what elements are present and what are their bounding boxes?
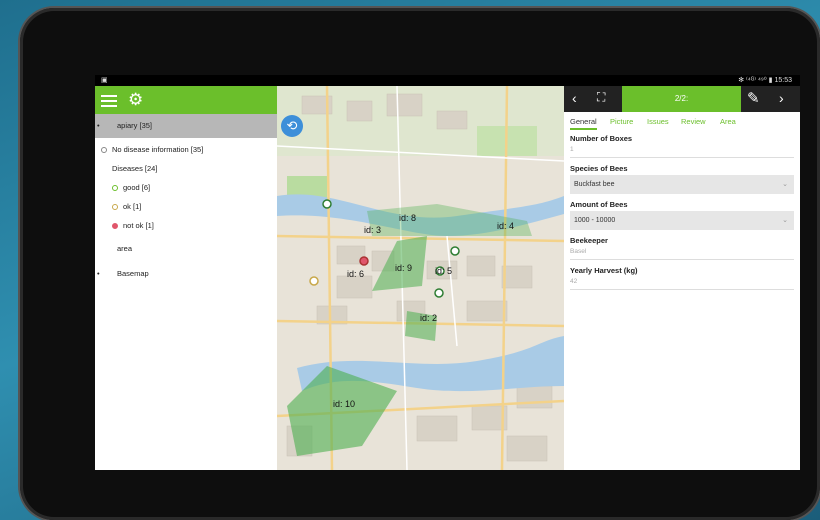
field-beekeeper: Beekeeper Basel (564, 236, 800, 260)
map-label: id: 6 (347, 269, 365, 279)
tab-area[interactable]: Area (720, 117, 736, 126)
layer-basemap[interactable]: • Basemap (95, 264, 277, 283)
screen: ▣ ✻ ⁽⁴ᴳ⁾ ⁴⁹⁰ ▮ 15:53 ⚙ • apiary [35] No … (95, 75, 800, 470)
layer-apiary[interactable]: • apiary [35] (95, 114, 277, 138)
field-species: Species of Bees Buckfast bee ⌄ (564, 164, 800, 194)
layer-apiary-label: apiary [35] (117, 121, 153, 130)
layer-ok[interactable]: ok [1] (95, 197, 277, 216)
map-canvas[interactable] (277, 86, 564, 470)
gear-icon[interactable]: ⚙ (128, 91, 143, 109)
field-amount-label: Amount of Bees (570, 200, 628, 209)
edit-icon[interactable]: ✎ (747, 89, 760, 107)
good-marker-icon (112, 185, 118, 192)
field-boxes-label: Number of Boxes (570, 134, 633, 143)
chevron-right-icon[interactable]: › (779, 90, 784, 106)
layer-basemap-label: Basemap (117, 269, 149, 278)
detail-toolbar: ‹ ⛶ 2/2: ✎ › (564, 86, 800, 112)
layer-diseases-label: Diseases [24] (112, 164, 158, 173)
field-species-label: Species of Bees (570, 164, 628, 173)
field-beekeeper-value[interactable]: Basel (570, 245, 794, 260)
tab-picture[interactable]: Picture (610, 117, 633, 126)
layer-not-ok[interactable]: not ok [1] (95, 216, 277, 235)
field-boxes: Number of Boxes 1 (564, 134, 800, 158)
tab-general[interactable]: General (570, 117, 597, 130)
species-select[interactable]: Buckfast bee ⌄ (570, 175, 794, 194)
layer-good-label: good [6] (123, 183, 151, 192)
field-harvest-value[interactable]: 42 (570, 275, 794, 290)
layer-good[interactable]: good [6] (95, 178, 277, 197)
map-label: id: 2 (420, 313, 438, 323)
layer-no-disease[interactable]: No disease information [35] (95, 140, 277, 159)
bullet-icon: • (97, 269, 100, 278)
tablet-frame: ▣ ✻ ⁽⁴ᴳ⁾ ⁴⁹⁰ ▮ 15:53 ⚙ • apiary [35] No … (20, 8, 820, 520)
layer-area-label: area (117, 244, 133, 253)
status-right: ✻ ⁽⁴ᴳ⁾ ⁴⁹⁰ ▮ 15:53 (738, 77, 792, 84)
species-value: Buckfast bee (574, 181, 615, 188)
status-left: ▣ (101, 77, 108, 84)
field-boxes-value[interactable]: 1 (570, 143, 794, 158)
not-ok-marker-icon (112, 223, 118, 230)
chevron-down-icon: ⌄ (782, 217, 788, 224)
map-label: id: 5 (435, 266, 453, 276)
detail-tabs: General Picture Issues Review Area (564, 112, 800, 132)
fullscreen-icon[interactable]: ⛶ (597, 90, 605, 105)
map-label: id: 9 (395, 263, 413, 273)
circle-icon (101, 147, 107, 154)
bullet-icon: • (97, 121, 100, 130)
field-harvest: Yearly Harvest (kg) 42 (564, 266, 800, 290)
map-label: id: 3 (364, 225, 382, 235)
layer-not-ok-label: not ok [1] (123, 221, 154, 230)
tab-review[interactable]: Review (681, 117, 706, 126)
ok-marker-icon (112, 204, 118, 211)
map-view[interactable]: ⟲ id: 3 id: 8 id: 4 id: 6 id: 9 id: 5 id… (277, 86, 564, 470)
field-beekeeper-label: Beekeeper (570, 236, 608, 245)
layer-ok-label: ok [1] (123, 202, 142, 211)
field-amount: Amount of Bees 1000 - 10000 ⌄ (564, 200, 800, 230)
map-label: id: 4 (497, 221, 515, 231)
layer-diseases[interactable]: Diseases [24] (95, 159, 277, 178)
detail-panel: ‹ ⛶ 2/2: ✎ › General Picture Issues Revi… (564, 86, 800, 470)
amount-value: 1000 - 10000 (574, 217, 616, 224)
map-label: id: 10 (333, 399, 356, 409)
layers-toolbar: ⚙ (95, 86, 277, 114)
locate-icon[interactable]: ⟲ (281, 115, 303, 137)
layers-panel: ⚙ • apiary [35] No disease information [… (95, 86, 277, 470)
pager: 2/2: (622, 86, 741, 112)
chevron-left-icon[interactable]: ‹ (572, 90, 577, 106)
field-harvest-label: Yearly Harvest (kg) (570, 266, 638, 275)
amount-select[interactable]: 1000 - 10000 ⌄ (570, 211, 794, 230)
status-bar: ▣ ✻ ⁽⁴ᴳ⁾ ⁴⁹⁰ ▮ 15:53 (95, 75, 800, 86)
map-label: id: 8 (399, 213, 417, 223)
menu-icon[interactable] (101, 93, 117, 107)
tab-issues[interactable]: Issues (647, 117, 669, 126)
chevron-down-icon: ⌄ (782, 181, 788, 188)
layer-no-disease-label: No disease information [35] (112, 145, 204, 154)
layer-area[interactable]: area (95, 239, 277, 258)
